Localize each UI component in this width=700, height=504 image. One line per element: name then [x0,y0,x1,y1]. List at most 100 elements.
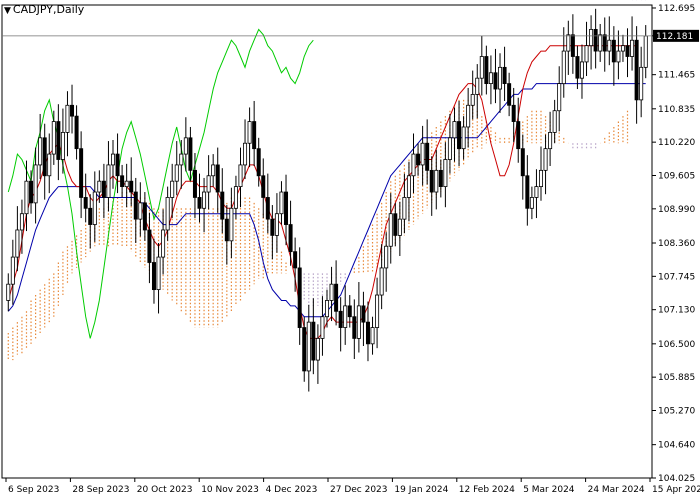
x-tick-label: 15 Apr 2024 [652,485,700,495]
candle-body [211,164,216,177]
candle-body [261,175,266,198]
candle-body [365,321,370,345]
candle-body [470,94,475,106]
candle-body [561,50,566,85]
candle-body [529,197,534,209]
candle-body [19,213,24,231]
candle-body [165,197,170,231]
candle-body [293,251,298,269]
candle-body [133,191,138,220]
candle-body [447,137,452,160]
candle-body [406,175,411,198]
candle-body [97,180,102,193]
y-tick-label: 108.990 [658,205,695,215]
y-tick-label: 105.270 [658,407,695,417]
candle-body [79,148,84,198]
candle-body [611,39,616,63]
x-tick-label: 27 Dec 2023 [330,485,388,495]
candle-body [188,137,193,171]
candle-body [197,197,202,209]
y-tick-label: 109.605 [658,171,695,181]
candle-body [138,202,143,220]
candle-body [315,338,320,361]
candle-body [516,121,521,150]
candle-body [284,191,289,225]
candle-body [579,61,584,79]
candle-body [416,153,421,166]
candle-body [589,28,594,47]
candle-body [151,262,156,291]
candle-body [320,316,325,339]
candle-body [607,39,612,52]
candle-body [557,83,562,112]
candle-body [370,327,375,345]
candle-body [60,131,65,160]
y-tick-label: 104.640 [658,441,695,451]
candle-body [425,142,430,171]
candle-body [29,180,34,204]
candle-body [192,169,197,198]
candle-body [361,305,366,323]
candle-body [584,45,589,63]
candle-body [352,316,357,339]
x-tick-label: 20 Oct 2023 [137,485,193,495]
candle-body [502,66,507,85]
x-tick-label: 4 Dec 2023 [266,485,318,495]
candle-body [520,148,525,177]
candle-body [202,191,207,209]
candle-body [548,131,553,150]
candle-body [288,224,293,253]
candle-body [70,104,75,117]
candle-body [215,164,220,193]
candle-body [397,218,402,236]
candle-body [384,245,389,269]
candle-body [10,256,15,285]
candle-body [643,35,648,68]
candle-body [42,137,47,177]
candle-body [375,294,380,328]
candle-body [488,72,493,85]
candle-body [475,77,480,95]
candle-body [56,121,61,160]
candle-body [402,197,407,220]
candle-body [457,121,462,150]
candle-body [270,218,275,236]
candle-body [634,39,639,101]
candle-body [170,180,175,198]
x-tick-label: 10 Nov 2023 [201,485,259,495]
candle-body [602,34,607,52]
candle-body [92,191,97,225]
candle-body [233,186,238,209]
chart-svg: 112.695 112.181 111.465 110.835 110.220 109.6… [1,4,700,495]
candle-body [575,56,580,79]
candle-body [243,142,248,166]
y-tick-label: 112.695 [658,4,695,14]
candle-body [343,305,348,328]
candle-body [74,115,79,150]
candle-body [493,72,498,90]
candle-body [83,197,88,209]
candle-body [639,66,644,101]
candle-body [338,310,343,328]
candle-body [393,213,398,236]
candle-body [206,175,211,193]
candle-body [224,218,229,242]
candle-body [570,34,575,57]
candle-body [598,34,603,52]
y-tick-label: 107.130 [658,306,695,316]
candle-body [65,104,70,133]
y-tick-label: 110.220 [658,138,695,148]
candle-body [51,121,56,155]
y-tick-label: 110.835 [658,105,695,115]
candle-body [115,153,120,177]
candle-body [438,169,443,188]
candle-body [88,207,93,225]
candle-body [238,164,243,188]
candle-body [297,267,302,328]
candle-body [161,229,166,258]
plot-frame [1,4,653,479]
chart-area[interactable]: 112.695 112.181 111.465 110.835 110.220 109.6… [0,0,700,500]
candle-body [452,121,457,139]
candle-body [174,164,179,182]
dropdown-triangle-icon[interactable]: ▼ [4,6,11,16]
